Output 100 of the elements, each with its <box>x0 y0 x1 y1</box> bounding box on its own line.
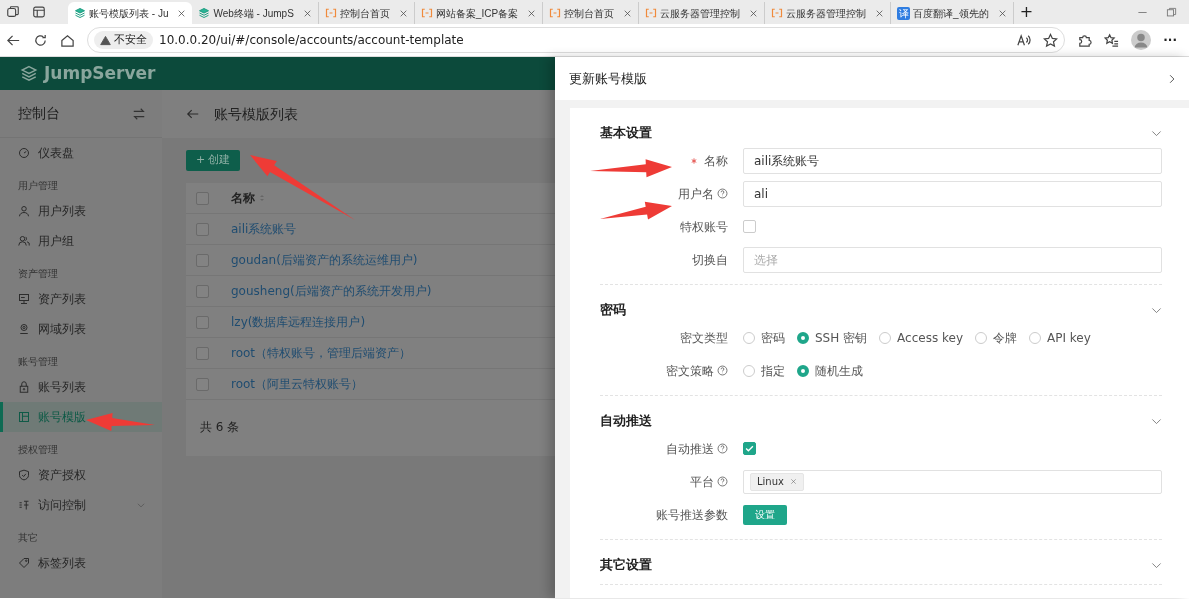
read-aloud-icon[interactable] <box>1016 32 1032 48</box>
sidebar-item[interactable]: 资产授权 <box>0 460 162 490</box>
section-title: 密码 <box>600 301 626 320</box>
sidebar-title: 控制台 <box>18 104 60 123</box>
sidebar-item[interactable]: 网域列表 <box>0 314 162 344</box>
section-title: 基本设置 <box>600 124 652 143</box>
back-arrow-icon[interactable] <box>186 107 200 121</box>
field-label: 密文类型 <box>680 329 728 347</box>
tag: Linux <box>750 472 804 491</box>
row-checkbox[interactable] <box>196 222 209 236</box>
radio-option[interactable]: Access key <box>879 328 963 347</box>
field-label: 密文策略 <box>666 362 714 380</box>
warning-icon <box>100 34 111 46</box>
shield-icon <box>18 469 30 481</box>
row-checkbox[interactable] <box>196 315 209 329</box>
sidebar-item[interactable]: 用户组 <box>0 226 162 256</box>
text-field[interactable]: aili系统账号 <box>743 147 1162 174</box>
checkbox[interactable] <box>743 442 756 455</box>
sidebar-item[interactable]: 访问控制 <box>0 490 162 520</box>
browser-tab[interactable]: 账号模版列表 - Ju <box>68 2 193 24</box>
row-checkbox[interactable] <box>196 346 209 360</box>
field-label: 账号推送参数 <box>656 506 728 524</box>
tag-select-field[interactable]: Linux <box>743 469 1162 494</box>
text-field[interactable]: ali <box>743 180 1162 207</box>
close-icon[interactable] <box>997 8 1007 18</box>
radio-option[interactable]: API key <box>1029 328 1091 347</box>
row-checkbox[interactable] <box>196 284 209 298</box>
workspaces-icon[interactable] <box>6 5 20 19</box>
close-icon[interactable] <box>875 8 885 18</box>
field-label: 特权账号 <box>680 218 728 236</box>
chevron-down-icon <box>136 500 146 510</box>
help-icon[interactable] <box>717 476 728 487</box>
close-icon[interactable] <box>623 8 633 18</box>
tab-actions-icon[interactable] <box>32 5 46 19</box>
select-all-checkbox[interactable] <box>196 191 209 205</box>
total-count: 共 6 条 <box>200 420 240 434</box>
chevron-right-icon[interactable] <box>1167 72 1177 85</box>
radio-option[interactable]: 随机生成 <box>797 361 863 380</box>
page-title: 账号模版列表 <box>214 104 298 124</box>
section-title: 自动推送 <box>600 412 652 431</box>
security-warning[interactable]: 不安全 <box>94 30 153 50</box>
radio-option[interactable]: 指定 <box>743 361 785 380</box>
monitor-icon <box>18 293 30 305</box>
avatar-icon[interactable] <box>1131 30 1152 50</box>
help-icon[interactable] <box>717 188 728 199</box>
column-header[interactable]: 名称 <box>231 189 266 207</box>
restore-icon[interactable] <box>1166 6 1177 18</box>
bracket-icon <box>549 7 562 19</box>
sidebar-group-heading: 账号管理 <box>17 355 59 369</box>
close-icon[interactable] <box>302 8 312 18</box>
required-asterisk-icon <box>691 157 697 164</box>
bracket-icon <box>645 7 658 19</box>
help-icon[interactable] <box>717 443 728 454</box>
favorites-icon[interactable] <box>1104 32 1120 48</box>
sidebar-item[interactable]: 用户列表 <box>0 196 162 226</box>
row-checkbox[interactable] <box>196 377 209 391</box>
row-checkbox[interactable] <box>196 253 209 267</box>
swap-icon[interactable] <box>132 106 146 121</box>
close-icon[interactable] <box>749 8 759 18</box>
close-icon[interactable] <box>527 8 537 18</box>
close-icon[interactable] <box>789 478 797 485</box>
annotation-arrow <box>86 412 155 431</box>
field-label: 切换自 <box>692 251 728 269</box>
refresh-icon[interactable] <box>33 32 48 48</box>
sidebar-item[interactable]: 标签列表 <box>0 548 162 578</box>
layout-icon <box>18 411 30 423</box>
layers-icon <box>20 64 38 83</box>
sidebar-group-heading: 用户管理 <box>17 179 59 193</box>
drawer-title: 更新账号模版 <box>569 69 647 88</box>
puzzle-icon[interactable] <box>1077 32 1093 48</box>
user-icon <box>18 205 30 217</box>
help-icon[interactable] <box>717 365 728 376</box>
sidebar-item[interactable]: 资产列表 <box>0 284 162 314</box>
sidebar-item[interactable]: 仪表盘 <box>0 138 162 168</box>
translate-icon: 译 <box>897 6 911 20</box>
logo-text: JumpServer <box>44 61 156 85</box>
radio-option[interactable]: SSH 密钥 <box>797 328 868 347</box>
radio-option[interactable]: 令牌 <box>975 328 1017 347</box>
sidebar-item[interactable]: 账号列表 <box>0 372 162 402</box>
checkbox[interactable] <box>743 220 756 233</box>
field-label: 用户名 <box>678 185 714 203</box>
close-icon[interactable] <box>398 8 408 18</box>
sidebar-group-heading: 资产管理 <box>17 267 59 281</box>
home-icon[interactable] <box>60 32 75 48</box>
bracket-icon <box>420 7 433 19</box>
layers-icon <box>74 7 86 19</box>
new-tab-button[interactable]: + <box>1019 0 1034 24</box>
annotation-arrow <box>600 201 672 220</box>
radio-option[interactable]: 密码 <box>743 328 785 347</box>
tag-icon <box>18 557 30 569</box>
grid-icon <box>18 499 30 511</box>
close-icon[interactable] <box>177 8 187 18</box>
more-button[interactable]: ··· <box>1163 31 1177 49</box>
field-label: 名称 <box>704 152 728 170</box>
star-icon[interactable] <box>1043 32 1059 48</box>
location-pin-icon <box>18 323 30 335</box>
url-text[interactable]: 10.0.0.20/ui/#/console/accounts/account-template <box>159 31 464 49</box>
bracket-icon <box>771 7 784 19</box>
users-icon <box>18 235 30 247</box>
gauge-icon <box>18 147 30 159</box>
